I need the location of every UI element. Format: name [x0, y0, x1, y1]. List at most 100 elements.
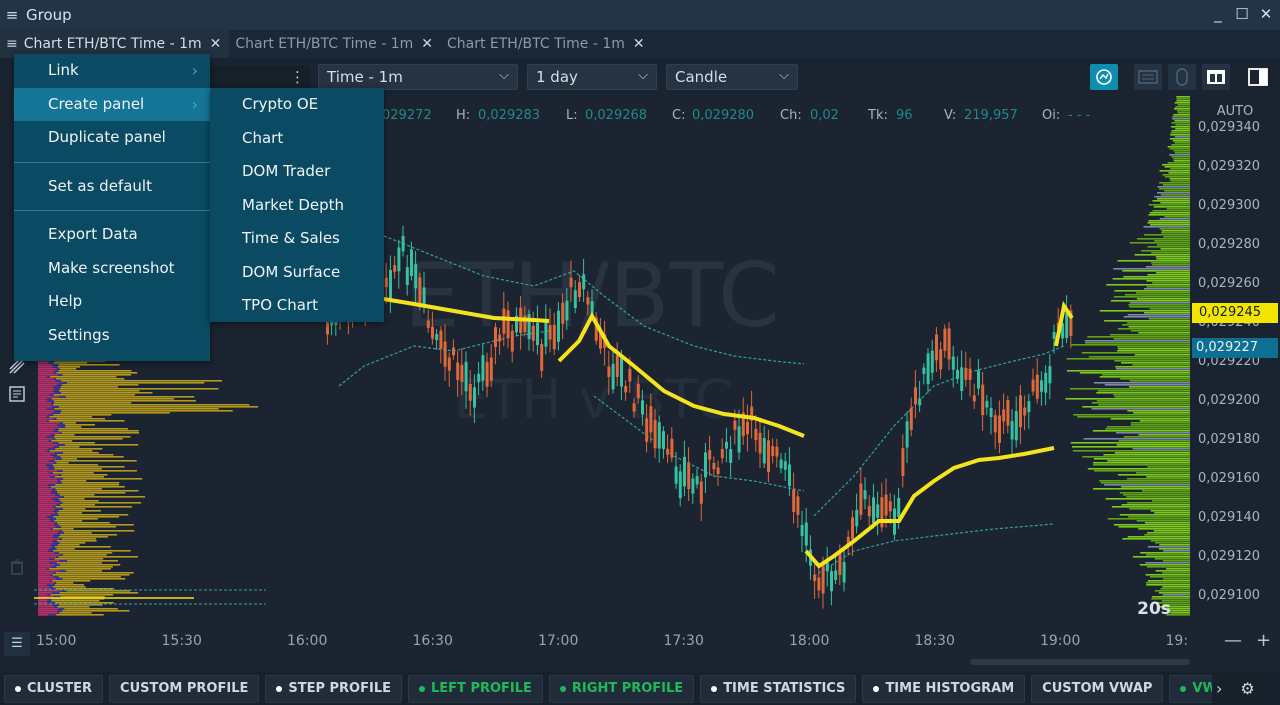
price-tick: 0,029180: [1198, 432, 1261, 447]
window-controls: _ ☐ ✕: [1210, 4, 1274, 24]
indicator-label: CUSTOM PROFILE: [120, 681, 249, 696]
text-tool-icon[interactable]: [5, 384, 29, 408]
price-tick: 0,029340: [1198, 120, 1261, 135]
menu-item-make-screenshot[interactable]: Make screenshot: [14, 252, 210, 286]
mouse-icon: [1176, 68, 1188, 86]
sidebar-icon: [1248, 68, 1268, 86]
mouse-trading-button[interactable]: [1168, 64, 1196, 90]
menu-item-label: Settings: [48, 325, 110, 344]
ticks-label: Tk:: [868, 108, 888, 123]
price-tick: 0,029280: [1198, 237, 1261, 252]
submenu-item-market-depth[interactable]: Market Depth: [210, 189, 384, 223]
time-tick: 16:30: [412, 633, 453, 649]
status-dot: [419, 685, 425, 692]
change-label: Ch:: [780, 108, 802, 123]
menu-item-export-data[interactable]: Export Data: [14, 218, 210, 252]
indicator-left-profile-button[interactable]: LEFT PROFILE: [408, 674, 543, 703]
indicator-custom-profile-button[interactable]: CUSTOM PROFILE: [109, 674, 260, 703]
auto-scale-label[interactable]: AUTO: [1190, 104, 1280, 119]
close-window-button[interactable]: ✕: [1258, 4, 1274, 24]
menu-separator: [14, 210, 210, 211]
chart-type-select[interactable]: Candle ⌵: [666, 64, 798, 90]
timeframe-select[interactable]: Time - 1m ⌵: [318, 64, 518, 90]
indicator-bar-controls: › ⚙: [1212, 672, 1280, 705]
horizontal-scrollbar[interactable]: [970, 659, 1190, 665]
minimize-button[interactable]: _: [1210, 4, 1226, 24]
price-tick: 0,029100: [1198, 588, 1261, 603]
tab-menu-icon[interactable]: ≡: [6, 36, 18, 52]
chevron-down-icon: ⌵: [779, 68, 789, 83]
indicator-step-profile-button[interactable]: STEP PROFILE: [265, 674, 402, 703]
range-value: 1 day: [536, 68, 578, 86]
price-tick: 0,029300: [1198, 198, 1261, 213]
object-list-button[interactable]: ☰: [4, 632, 30, 656]
countdown-timer: 20s: [1137, 599, 1171, 619]
close-tab-icon[interactable]: ✕: [421, 36, 433, 52]
open-value: 029272: [382, 108, 432, 123]
tab-chart-2[interactable]: Chart ETH/BTC Time - 1m ✕: [229, 30, 441, 58]
gear-icon[interactable]: ⚙: [1240, 679, 1254, 698]
menu-item-set-as-default[interactable]: Set as default: [14, 170, 210, 204]
indicator-label: STEP PROFILE: [288, 681, 391, 696]
volume-value: 219,957: [964, 108, 1018, 123]
trash-icon[interactable]: [5, 558, 29, 582]
status-dot: [711, 685, 718, 692]
close-tab-icon[interactable]: ✕: [633, 36, 645, 52]
submenu-item-chart[interactable]: Chart: [210, 122, 384, 156]
indicator-custom-vwap-button[interactable]: CUSTOM VWAP: [1031, 674, 1164, 703]
sidebar-toggle-button[interactable]: [1244, 64, 1272, 90]
indicator-time-histogram-button[interactable]: TIME HISTOGRAM: [862, 674, 1026, 703]
chevron-down-icon: ⌵: [499, 68, 509, 83]
price-tick: 0,029160: [1198, 471, 1261, 486]
indicator-bar: CLUSTER CUSTOM PROFILE STEP PROFILE LEFT PR…: [0, 672, 1280, 705]
menu-item-help[interactable]: Help: [14, 285, 210, 319]
time-tick: 17:30: [663, 633, 704, 649]
submenu-item-crypto-oe[interactable]: Crypto OE: [210, 88, 384, 122]
keyboard-trading-button[interactable]: [1134, 64, 1162, 90]
tab-label: Chart ETH/BTC Time - 1m: [235, 36, 414, 52]
hamburger-menu-icon[interactable]: ≡: [2, 6, 22, 24]
time-tick: 16:00: [287, 633, 328, 649]
keyboard-icon: [1138, 70, 1158, 84]
maximize-button[interactable]: ☐: [1234, 4, 1250, 24]
range-select[interactable]: 1 day ⌵: [527, 64, 657, 90]
chart-type-value: Candle: [675, 68, 728, 86]
close-label: C:: [672, 108, 686, 123]
price-axis[interactable]: AUTO 0,029340 0,029320 0,029300 0,029280 0,0…: [1190, 96, 1280, 626]
menu-item-create-panel[interactable]: Create panel ›: [14, 87, 210, 121]
time-tick: 19:00: [1040, 633, 1081, 649]
tab-label: Chart ETH/BTC Time - 1m: [446, 36, 625, 52]
window-title-bar: ≡ Group _ ☐ ✕: [0, 0, 1280, 30]
menu-item-link[interactable]: Link ›: [14, 54, 210, 88]
close-tab-icon[interactable]: ✕: [210, 36, 222, 52]
crosshair-mode-button[interactable]: [1090, 64, 1118, 90]
status-dot: [276, 685, 283, 692]
indicator-cluster-button[interactable]: CLUSTER: [4, 674, 104, 703]
indicator-time-statistics-button[interactable]: TIME STATISTICS: [700, 674, 857, 703]
menu-item-duplicate-panel[interactable]: Duplicate panel: [14, 121, 210, 155]
submenu-item-dom-surface[interactable]: DOM Surface: [210, 256, 384, 290]
scroll-right-icon[interactable]: ›: [1216, 679, 1222, 698]
current-price-badge: 0,029227: [1192, 338, 1278, 358]
oi-label: Oi:: [1042, 108, 1061, 123]
timeframe-value: Time - 1m: [327, 68, 403, 86]
indicator-right-profile-button[interactable]: RIGHT PROFILE: [548, 674, 695, 703]
menu-item-label: Help: [48, 292, 83, 310]
tab-chart-3[interactable]: Chart ETH/BTC Time - 1m ✕: [441, 30, 653, 58]
submenu-item-dom-trader[interactable]: DOM Trader: [210, 155, 384, 189]
crosshair-icon: [1096, 69, 1112, 85]
symbol-options-icon[interactable]: ⋮: [290, 68, 305, 86]
price-tick: 0,029120: [1198, 549, 1261, 564]
zoom-out-button[interactable]: —: [1224, 630, 1242, 651]
menu-item-label: Make screenshot: [48, 258, 175, 277]
menu-item-settings[interactable]: Settings: [14, 319, 210, 353]
submenu-item-time-sales[interactable]: Time & Sales: [210, 222, 384, 256]
high-value: 0,029283: [478, 108, 541, 123]
panel-layout-button[interactable]: [1202, 64, 1230, 90]
zoom-in-button[interactable]: +: [1256, 630, 1271, 651]
status-dot: [873, 685, 880, 692]
high-label: H:: [456, 108, 471, 123]
price-tick: 0,029140: [1198, 510, 1261, 525]
chart-context-menu: Link › Create panel › Duplicate panel Set as …: [14, 54, 210, 361]
submenu-item-tpo-chart[interactable]: TPO Chart: [210, 289, 384, 323]
